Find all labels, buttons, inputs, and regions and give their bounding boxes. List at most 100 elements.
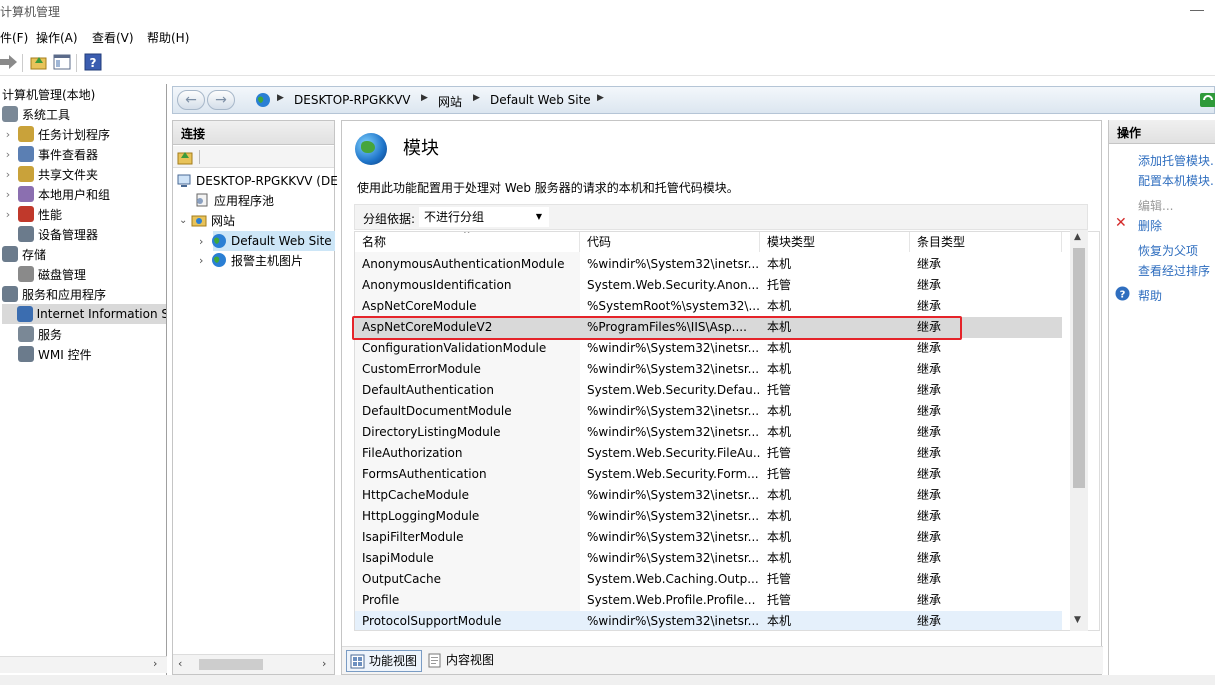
expand-icon[interactable]: ›: [199, 254, 211, 267]
module-row[interactable]: DirectoryListingModule %windir%\System32\…: [355, 422, 1062, 443]
scrollbar-thumb[interactable]: [199, 659, 263, 670]
tree-item[interactable]: › 事件查看器: [2, 144, 98, 164]
help-link[interactable]: 帮助: [1138, 287, 1162, 304]
tree-item[interactable]: Internet Information S: [2, 304, 166, 324]
module-row[interactable]: FormsAuthentication System.Web.Security.F…: [355, 464, 1062, 485]
tree-item-label: 系统工具: [22, 107, 71, 122]
conn-item-alarm-images[interactable]: › 报警主机图片: [199, 250, 303, 270]
conn-item-app-pools[interactable]: 应用程序池: [194, 190, 274, 210]
module-code-cell: %windir%\System32\inetsr...: [587, 614, 760, 628]
module-row[interactable]: OutputCache System.Web.Caching.Outp... 托管 继…: [355, 569, 1062, 590]
module-row[interactable]: AnonymousIdentification System.Web.Securi…: [355, 275, 1062, 296]
entry-type-cell: 继承: [917, 341, 942, 355]
delete-icon: ✕: [1115, 215, 1127, 231]
breadcrumb-server[interactable]: DESKTOP-RPGKKVV: [294, 93, 410, 107]
tree-item[interactable]: › 本地用户和组: [2, 184, 110, 204]
module-row[interactable]: DefaultAuthentication System.Web.Security…: [355, 380, 1062, 401]
tree-root[interactable]: 计算机管理(本地): [2, 84, 95, 104]
show-hide-tree-icon[interactable]: [53, 53, 71, 71]
module-row[interactable]: Profile System.Web.Profile.Profile... 托管 继承: [355, 590, 1062, 611]
tree-horizontal-scrollbar[interactable]: ›: [0, 656, 167, 673]
forward-arrow-icon[interactable]: [0, 53, 18, 71]
revert-to-parent-link[interactable]: 恢复为父项: [1138, 242, 1198, 259]
tree-item[interactable]: 系统工具: [2, 104, 70, 124]
column-header-name[interactable]: 名称 ^: [355, 232, 580, 252]
module-code-cell: System.Web.Profile.Profile...: [587, 593, 756, 607]
connect-icon[interactable]: [177, 149, 193, 165]
group-by-select[interactable]: 不进行分组 ▼: [419, 207, 549, 227]
tree-item[interactable]: 设备管理器: [2, 224, 98, 244]
minimize-icon[interactable]: [1190, 10, 1204, 11]
tree-item[interactable]: 存储: [2, 244, 46, 264]
tree-item[interactable]: › 任务计划程序: [2, 124, 110, 144]
conn-item-server[interactable]: DESKTOP-RPGKKVV (DE: [176, 171, 338, 191]
tree-item[interactable]: › 性能: [2, 204, 62, 224]
scroll-down-icon[interactable]: ▼: [1074, 615, 1081, 625]
add-managed-module-link[interactable]: 添加托管模块...: [1138, 152, 1215, 169]
scroll-left-icon[interactable]: ‹: [178, 657, 182, 670]
module-row[interactable]: ConfigurationValidationModule %windir%\Sy…: [355, 338, 1062, 359]
menu-view[interactable]: 查看(V): [92, 29, 134, 46]
tree-item[interactable]: 磁盘管理: [2, 264, 86, 284]
expand-icon[interactable]: ›: [2, 128, 14, 141]
help-icon[interactable]: ?: [84, 53, 102, 71]
conn-item-sites[interactable]: ⌄ 网站: [179, 210, 235, 230]
highlight-box: [352, 316, 962, 340]
configure-native-modules-link[interactable]: 配置本机模块...: [1138, 172, 1215, 189]
module-row[interactable]: IsapiFilterModule %windir%\System32\inets…: [355, 527, 1062, 548]
entry-type-cell: 继承: [917, 425, 942, 439]
module-row[interactable]: CustomErrorModule %windir%\System32\inets…: [355, 359, 1062, 380]
module-row[interactable]: AspNetCoreModule %SystemRoot%\system32\..…: [355, 296, 1062, 317]
breadcrumb-sites[interactable]: 网站: [438, 93, 462, 110]
module-row[interactable]: FileAuthorization System.Web.Security.Fil…: [355, 443, 1062, 464]
tree-node-icon: [18, 206, 34, 222]
features-view-tab[interactable]: 功能视图: [346, 650, 423, 672]
module-row[interactable]: AnonymousAuthenticationModule %windir%\Sy…: [355, 254, 1062, 275]
module-name-cell: AnonymousAuthenticationModule: [362, 257, 565, 271]
menu-file[interactable]: 件(F): [0, 29, 28, 46]
forward-button[interactable]: →: [207, 90, 235, 110]
expand-icon[interactable]: ›: [2, 188, 14, 201]
module-row[interactable]: ProtocolSupportModule %windir%\System32\i…: [355, 611, 1062, 630]
tree-item[interactable]: 服务: [2, 324, 62, 344]
tree-root-label: 计算机管理(本地): [2, 87, 96, 102]
scroll-up-icon[interactable]: ▲: [1074, 232, 1081, 242]
content-view-tab[interactable]: 内容视图: [424, 650, 498, 672]
modules-vertical-scrollbar[interactable]: ▲ ▼: [1070, 230, 1088, 631]
connections-horizontal-scrollbar[interactable]: ‹ ›: [173, 654, 334, 674]
back-button[interactable]: ←: [177, 90, 205, 110]
delete-link[interactable]: 删除: [1138, 217, 1162, 234]
tree-item[interactable]: 服务和应用程序: [2, 284, 106, 304]
column-header-module-type[interactable]: 模块类型: [760, 232, 910, 252]
breadcrumb-site[interactable]: Default Web Site: [490, 93, 591, 107]
module-row[interactable]: IsapiModule %windir%\System32\inetsr... 本机…: [355, 548, 1062, 569]
refresh-icon[interactable]: [1200, 92, 1215, 108]
module-row[interactable]: HttpCacheModule %windir%\System32\inetsr.…: [355, 485, 1062, 506]
module-row[interactable]: HttpLoggingModule %windir%\System32\inets…: [355, 506, 1062, 527]
entry-type-cell: 继承: [917, 257, 942, 271]
breadcrumb-arrow-icon: ▶: [277, 93, 284, 103]
expand-icon[interactable]: ›: [199, 235, 211, 248]
expand-icon[interactable]: ›: [2, 148, 14, 161]
entry-type-cell: 继承: [917, 614, 942, 628]
module-row[interactable]: DefaultDocumentModule %windir%\System32\i…: [355, 401, 1062, 422]
column-header-entry-type[interactable]: 条目类型: [910, 232, 1062, 252]
expand-icon[interactable]: ›: [2, 168, 14, 181]
scroll-right-icon[interactable]: ›: [153, 657, 157, 670]
column-header-code[interactable]: 代码: [580, 232, 760, 252]
view-switcher: 功能视图 内容视图: [342, 646, 1103, 674]
menu-action[interactable]: 操作(A): [36, 29, 78, 46]
expand-icon[interactable]: ›: [2, 208, 14, 221]
tree-item[interactable]: › 共享文件夹: [2, 164, 98, 184]
view-ordered-list-link[interactable]: 查看经过排序: [1138, 262, 1210, 279]
scrollbar-thumb[interactable]: [1073, 248, 1085, 488]
menu-help[interactable]: 帮助(H): [147, 29, 189, 46]
app-pool-icon: [196, 193, 208, 207]
module-name-cell: IsapiFilterModule: [362, 530, 464, 544]
collapse-icon[interactable]: ⌄: [179, 215, 191, 226]
conn-item-default-web-site[interactable]: › Default Web Site: [199, 231, 332, 251]
module-code-cell: System.Web.Caching.Outp...: [587, 572, 759, 586]
tree-item[interactable]: WMI 控件: [2, 344, 92, 364]
up-folder-icon[interactable]: [30, 53, 48, 71]
scroll-right-icon[interactable]: ›: [322, 657, 326, 670]
